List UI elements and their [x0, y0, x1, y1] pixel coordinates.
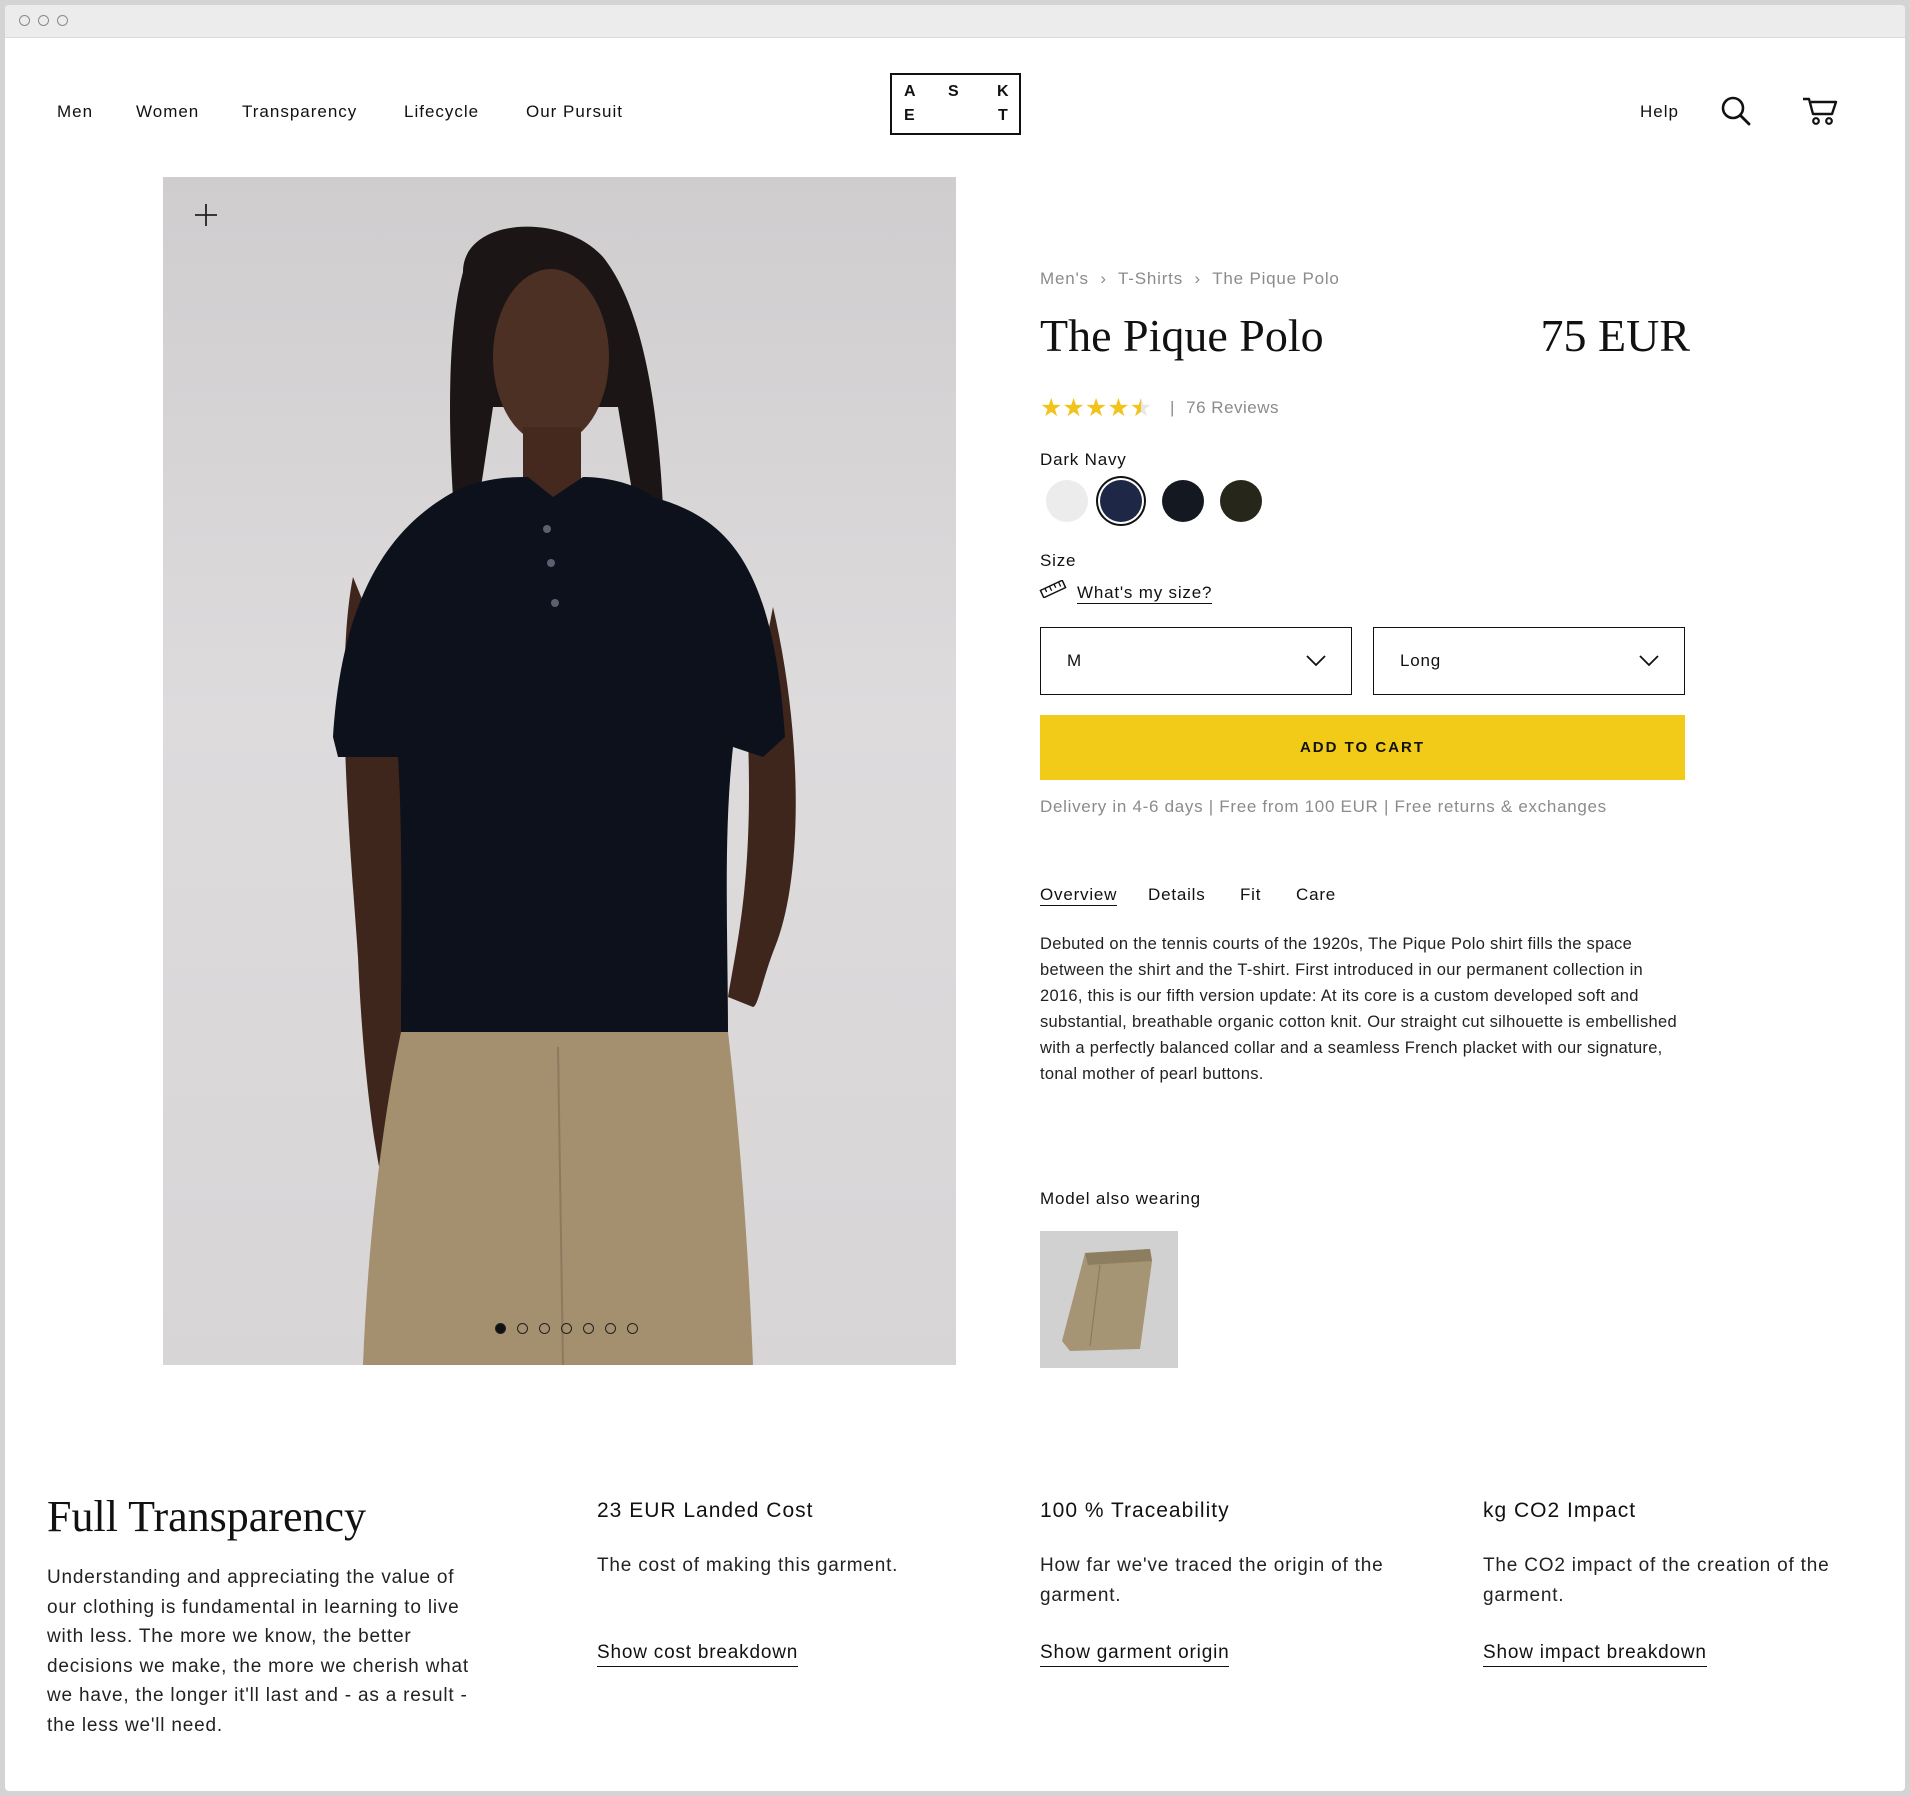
- landed-cost-text: The cost of making this garment.: [597, 1555, 899, 1576]
- size-select-value: M: [1067, 651, 1082, 670]
- swatch-dark-olive[interactable]: [1220, 480, 1262, 522]
- co2-impact-text: The CO2 impact of the creation of the ga…: [1483, 1555, 1830, 1606]
- cart-icon[interactable]: [1802, 95, 1838, 132]
- logo-letter-e: E: [904, 107, 915, 124]
- delivery-info: Delivery in 4-6 days | Free from 100 EUR…: [1040, 797, 1607, 816]
- star-icon: ★: [1084, 394, 1108, 422]
- rating-stars[interactable]: ★★★★★: [1040, 393, 1152, 423]
- product-description: Debuted on the tennis courts of the 1920…: [1040, 935, 1677, 1083]
- size-guide-link[interactable]: What's my size?: [1077, 583, 1213, 604]
- breadcrumb-mens[interactable]: Men's: [1040, 269, 1089, 288]
- breadcrumb-separator: ›: [1194, 269, 1202, 288]
- co2-impact-heading: kg CO2 Impact: [1483, 1499, 1637, 1522]
- transparency-title: Full Transparency: [47, 1492, 366, 1541]
- tab-overview[interactable]: Overview: [1040, 885, 1118, 906]
- logo-letter-k: K: [997, 83, 1009, 100]
- gallery-dot[interactable]: [517, 1323, 528, 1334]
- star-icon: ★: [1107, 394, 1130, 422]
- breadcrumb: Men's › T-Shirts › The Pique Polo: [1040, 269, 1340, 289]
- star-icon: ★: [1062, 394, 1085, 422]
- reviews-separator: |: [1170, 398, 1175, 417]
- swatch-dark-navy[interactable]: [1100, 480, 1142, 522]
- nav-link-help[interactable]: Help: [1640, 102, 1679, 122]
- gallery-dot[interactable]: [561, 1323, 572, 1334]
- nav-link-women[interactable]: Women: [136, 102, 199, 122]
- reviews-count[interactable]: | 76 Reviews: [1170, 398, 1279, 418]
- ruler-icon: [1039, 579, 1067, 603]
- breadcrumb-current: The Pique Polo: [1212, 269, 1340, 288]
- brand-logo[interactable]: A S K E T: [890, 73, 1021, 135]
- nav-link-lifecycle[interactable]: Lifecycle: [404, 102, 479, 122]
- gallery-dot[interactable]: [627, 1323, 638, 1334]
- gallery-dot[interactable]: [605, 1323, 616, 1334]
- star-half-icon: ★: [1129, 394, 1153, 422]
- nav-link-our-pursuit[interactable]: Our Pursuit: [526, 102, 623, 122]
- size-select[interactable]: M: [1040, 627, 1352, 695]
- logo-letter-s: S: [948, 83, 959, 100]
- window-titlebar: [5, 5, 1905, 38]
- browser-window: Men Women Transparency Lifecycle Our Pur…: [5, 5, 1905, 1791]
- star-icon: ★: [1040, 394, 1063, 422]
- chevron-down-icon: [1305, 646, 1327, 679]
- transparency-body: Understanding and appreciating the value…: [47, 1567, 469, 1736]
- length-select-value: Long: [1400, 651, 1442, 670]
- reviews-link[interactable]: 76 Reviews: [1186, 398, 1279, 417]
- search-icon[interactable]: [1720, 95, 1752, 132]
- length-select[interactable]: Long: [1373, 627, 1685, 695]
- window-close-button[interactable]: [19, 15, 30, 26]
- model-photo: [195, 204, 796, 1365]
- window-minimize-button[interactable]: [38, 15, 49, 26]
- product-image[interactable]: [163, 177, 956, 1365]
- swatch-off-white[interactable]: [1046, 480, 1088, 522]
- gallery-dot[interactable]: [583, 1323, 594, 1334]
- model-also-wearing-label: Model also wearing: [1040, 1189, 1201, 1208]
- logo-letter-t: T: [998, 107, 1008, 124]
- show-cost-breakdown-link[interactable]: Show cost breakdown: [597, 1642, 799, 1667]
- tab-fit[interactable]: Fit: [1240, 885, 1261, 905]
- traceability-text: How far we've traced the origin of the g…: [1040, 1555, 1384, 1606]
- tab-care[interactable]: Care: [1296, 885, 1336, 905]
- nav-link-transparency[interactable]: Transparency: [242, 102, 357, 122]
- size-label: Size: [1040, 551, 1077, 570]
- landed-cost-heading: 23 EUR Landed Cost: [597, 1499, 814, 1522]
- nav-link-men[interactable]: Men: [57, 102, 93, 122]
- product-price: 75 EUR: [1540, 310, 1691, 361]
- swatch-black[interactable]: [1162, 480, 1204, 522]
- add-to-cart-button[interactable]: ADD TO CART: [1040, 715, 1685, 780]
- breadcrumb-tshirts[interactable]: T-Shirts: [1118, 269, 1183, 288]
- color-label: Dark Navy: [1040, 450, 1127, 469]
- gallery-dot[interactable]: [495, 1323, 506, 1334]
- window-zoom-button[interactable]: [57, 15, 68, 26]
- chino-trousers-image: [1062, 1249, 1152, 1351]
- traceability-heading: 100 % Traceability: [1040, 1499, 1230, 1522]
- show-impact-breakdown-link[interactable]: Show impact breakdown: [1483, 1642, 1707, 1667]
- zoom-plus-icon[interactable]: [191, 207, 213, 229]
- gallery-dot[interactable]: [539, 1323, 550, 1334]
- breadcrumb-separator: ›: [1100, 269, 1107, 288]
- show-garment-origin-link[interactable]: Show garment origin: [1040, 1642, 1230, 1667]
- product-title: The Pique Polo: [1040, 310, 1324, 361]
- related-product-thumbnail[interactable]: [1040, 1231, 1178, 1368]
- tab-details[interactable]: Details: [1148, 885, 1206, 905]
- logo-letter-a: A: [904, 83, 916, 100]
- chevron-down-icon: [1638, 646, 1660, 679]
